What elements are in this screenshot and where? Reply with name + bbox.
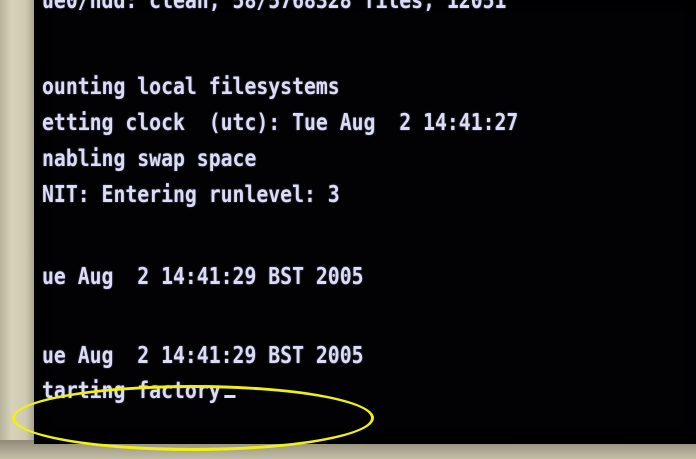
monitor-photo: ue0/hdd: clean, 58/5768328 files, 12051 … — [0, 0, 696, 459]
terminal-line: ue0/hdd: clean, 58/5768328 files, 12051 — [42, 0, 507, 14]
terminal-screen: ue0/hdd: clean, 58/5768328 files, 12051 … — [34, 0, 696, 444]
terminal-line: ue Aug 2 14:41:29 BST 2005 — [42, 264, 364, 290]
terminal-line: etting clock (utc): Tue Aug 2 14:41:27 — [42, 110, 519, 136]
terminal-line: nabling swap space — [42, 146, 257, 172]
terminal-line: ue Aug 2 14:41:29 BST 2005 — [42, 343, 364, 369]
terminal-line: NIT: Entering runlevel: 3 — [42, 182, 340, 208]
terminal-line: ounting local filesystems — [42, 74, 340, 100]
highlight-ellipse — [12, 385, 374, 451]
